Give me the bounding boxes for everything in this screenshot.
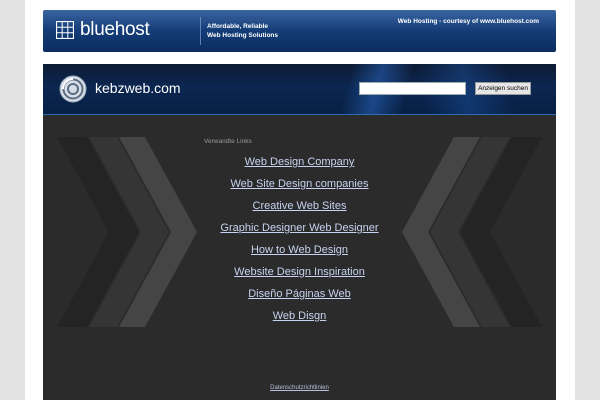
site-name: kebzweb.com [95, 80, 181, 96]
related-links-list: Web Design Company Web Site Design compa… [43, 155, 556, 331]
tagline-line-2: Web Hosting Solutions [207, 32, 279, 39]
related-link[interactable]: Graphic Designer Web Designer [43, 221, 556, 243]
related-link[interactable]: Creative Web Sites [43, 199, 556, 221]
bluehost-banner[interactable]: bluehost Affordable, Reliable Web Hostin… [43, 10, 556, 52]
bluehost-grid-icon [56, 21, 74, 39]
main-content: Verwandte Links Web Design Company Web S… [43, 115, 556, 400]
bluehost-tagline: Affordable, Reliable Web Hosting Solutio… [207, 22, 278, 40]
site-header: kebzweb.com Anzeigen suchen [43, 64, 556, 115]
related-link[interactable]: Diseño Páginas Web [43, 287, 556, 309]
tagline-line-1: Affordable, Reliable [207, 23, 269, 30]
search-input[interactable] [359, 82, 466, 95]
related-link[interactable]: Website Design Inspiration [43, 265, 556, 287]
related-links-title: Verwandte Links [204, 138, 252, 145]
right-margin [575, 0, 600, 400]
related-link[interactable]: How to Web Design [43, 243, 556, 265]
related-link[interactable]: Web Disgn [43, 309, 556, 331]
banner-divider [200, 17, 201, 45]
bluehost-logo-text: bluehost [80, 19, 150, 40]
site-logo-icon [59, 75, 87, 103]
privacy-policy-link[interactable]: Datenschutzrichtlinien [43, 385, 556, 391]
left-margin [0, 0, 25, 400]
bluehost-courtesy-text: Web Hosting - courtesy of www.bluehost.c… [397, 18, 539, 25]
search-button[interactable]: Anzeigen suchen [475, 82, 531, 95]
related-link[interactable]: Web Design Company [43, 155, 556, 177]
related-link[interactable]: Web Site Design companies [43, 177, 556, 199]
